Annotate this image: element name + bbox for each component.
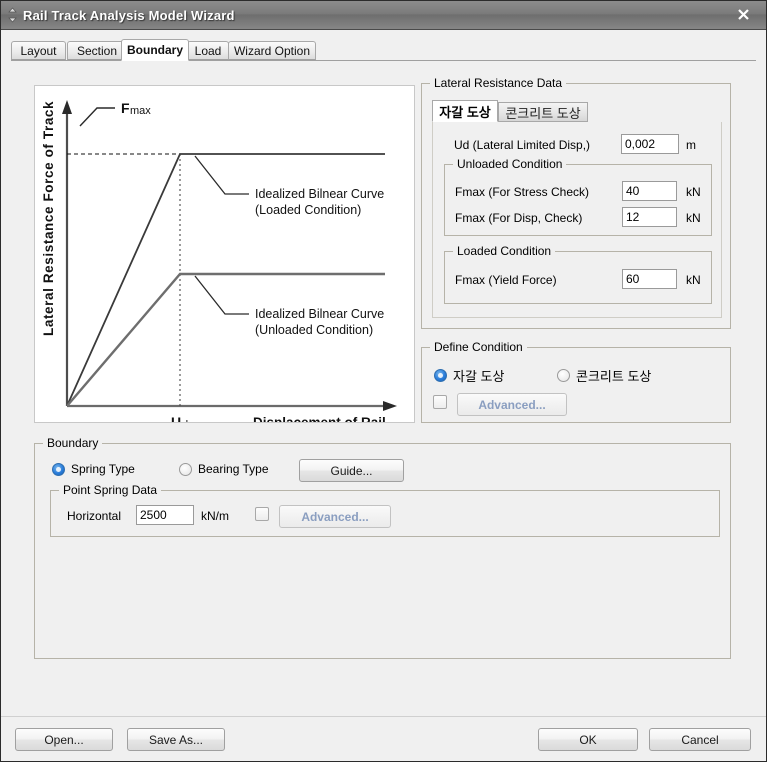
ud-input[interactable] bbox=[621, 134, 679, 154]
fmax-yield-force-label: Fmax (Yield Force) bbox=[455, 273, 557, 287]
radio-dot-icon bbox=[557, 369, 570, 382]
fmax-disp-check-unit: kN bbox=[686, 211, 701, 225]
unloaded-condition-group: Unloaded Condition Fmax (For Stress Chec… bbox=[444, 157, 712, 236]
fmax-disp-check-input[interactable] bbox=[622, 207, 677, 227]
horizontal-input[interactable] bbox=[136, 505, 194, 525]
point-spring-data-legend: Point Spring Data bbox=[59, 483, 162, 497]
loaded-condition-legend: Loaded Condition bbox=[453, 244, 556, 258]
tab-concrete-track[interactable]: 콘크리트 도상 bbox=[498, 102, 588, 122]
define-condition-advanced-checkbox[interactable] bbox=[433, 395, 447, 409]
svg-text:max: max bbox=[130, 105, 151, 117]
svg-text:Lateral Resistance Force of Tr: Lateral Resistance Force of Track bbox=[41, 101, 56, 336]
fmax-stress-check-unit: kN bbox=[686, 185, 701, 199]
define-condition-advanced-button[interactable]: Advanced... bbox=[457, 393, 567, 416]
fmax-disp-check-label: Fmax (For Disp, Check) bbox=[455, 211, 583, 225]
close-icon[interactable] bbox=[722, 2, 764, 27]
point-spring-advanced-checkbox[interactable] bbox=[255, 507, 269, 521]
point-spring-advanced-button[interactable]: Advanced... bbox=[279, 505, 391, 528]
tab-boundary[interactable]: Boundary bbox=[121, 39, 189, 61]
lateral-resistance-data-legend: Lateral Resistance Data bbox=[430, 76, 567, 90]
svg-text:d: d bbox=[182, 419, 188, 422]
title-bar: Rail Track Analysis Model Wizard bbox=[1, 1, 766, 30]
footer-bar: Open... Save As... OK Cancel bbox=[1, 716, 766, 761]
lateral-resistance-data-group: Lateral Resistance Data 자갈 도상 콘크리트 도상 Ud… bbox=[421, 76, 731, 329]
tab-wizard-option[interactable]: Wizard Option bbox=[228, 41, 316, 60]
point-spring-data-group: Point Spring Data Horizontal kN/m Advanc… bbox=[50, 483, 720, 537]
ud-unit: m bbox=[686, 138, 696, 152]
tab-section[interactable]: Section bbox=[67, 41, 127, 60]
radio-bearing-type-label: Bearing Type bbox=[198, 462, 269, 476]
unloaded-condition-legend: Unloaded Condition bbox=[453, 157, 567, 171]
radio-dot-icon bbox=[52, 462, 65, 476]
tab-ballast-track[interactable]: 자갈 도상 bbox=[432, 100, 498, 122]
fmax-stress-check-input[interactable] bbox=[622, 181, 677, 201]
fmax-yield-force-input[interactable] bbox=[622, 269, 677, 289]
save-as-button[interactable]: Save As... bbox=[127, 728, 225, 751]
svg-text:Idealized Bilnear Curve: Idealized Bilnear Curve bbox=[255, 307, 384, 321]
svg-text:U: U bbox=[171, 414, 181, 422]
fmax-stress-check-label: Fmax (For Stress Check) bbox=[455, 185, 590, 199]
svg-text:Displacement of Rail: Displacement of Rail bbox=[253, 415, 386, 422]
ud-label: Ud (Lateral Limited Disp,) bbox=[454, 138, 591, 152]
define-condition-legend: Define Condition bbox=[430, 340, 527, 354]
radio-concrete-track[interactable]: 콘크리트 도상 bbox=[557, 366, 651, 385]
cancel-button[interactable]: Cancel bbox=[649, 728, 751, 751]
ok-button[interactable]: OK bbox=[538, 728, 638, 751]
radio-ballast-track-label: 자갈 도상 bbox=[453, 369, 505, 384]
radio-concrete-track-label: 콘크리트 도상 bbox=[576, 369, 652, 384]
tab-load[interactable]: Load bbox=[187, 41, 229, 60]
window-title: Rail Track Analysis Model Wizard bbox=[23, 7, 235, 23]
radio-dot-icon bbox=[434, 369, 447, 382]
fmax-yield-force-unit: kN bbox=[686, 273, 701, 287]
boundary-group: Boundary Spring Type Bearing Type Guide.… bbox=[34, 436, 731, 659]
horizontal-label: Horizontal bbox=[67, 509, 122, 523]
radio-bearing-type[interactable]: Bearing Type bbox=[179, 462, 269, 476]
open-button[interactable]: Open... bbox=[15, 728, 113, 751]
bilinear-curve-diagram: F max Idealized Bilnear Curve (Loaded Co… bbox=[34, 85, 415, 423]
loaded-condition-group: Loaded Condition Fmax (Yield Force) kN bbox=[444, 244, 712, 304]
guide-button[interactable]: Guide... bbox=[299, 459, 404, 482]
boundary-legend: Boundary bbox=[43, 436, 103, 450]
radio-spring-type-label: Spring Type bbox=[71, 462, 135, 476]
svg-text:Idealized Bilnear Curve: Idealized Bilnear Curve bbox=[255, 187, 384, 201]
define-condition-group: Define Condition 자갈 도상 콘크리트 도상 Advanced.… bbox=[421, 340, 731, 423]
svg-text:(Loaded Condition): (Loaded Condition) bbox=[255, 203, 361, 217]
horizontal-unit: kN/m bbox=[201, 509, 229, 523]
ballast-type-tabs: 자갈 도상 콘크리트 도상 bbox=[432, 100, 722, 122]
radio-dot-icon bbox=[179, 462, 192, 476]
updown-chevron-icon bbox=[1, 1, 23, 29]
tab-layout[interactable]: Layout bbox=[11, 41, 66, 60]
svg-text:F: F bbox=[121, 100, 130, 116]
main-tabs: Layout Section Boundary Load Wizard Opti… bbox=[11, 39, 758, 61]
radio-ballast-track[interactable]: 자갈 도상 bbox=[434, 366, 504, 385]
radio-spring-type[interactable]: Spring Type bbox=[52, 462, 135, 476]
rail-track-analysis-wizard-window: Rail Track Analysis Model Wizard Layout … bbox=[0, 0, 767, 762]
svg-text:(Unloaded Condition): (Unloaded Condition) bbox=[255, 323, 373, 337]
